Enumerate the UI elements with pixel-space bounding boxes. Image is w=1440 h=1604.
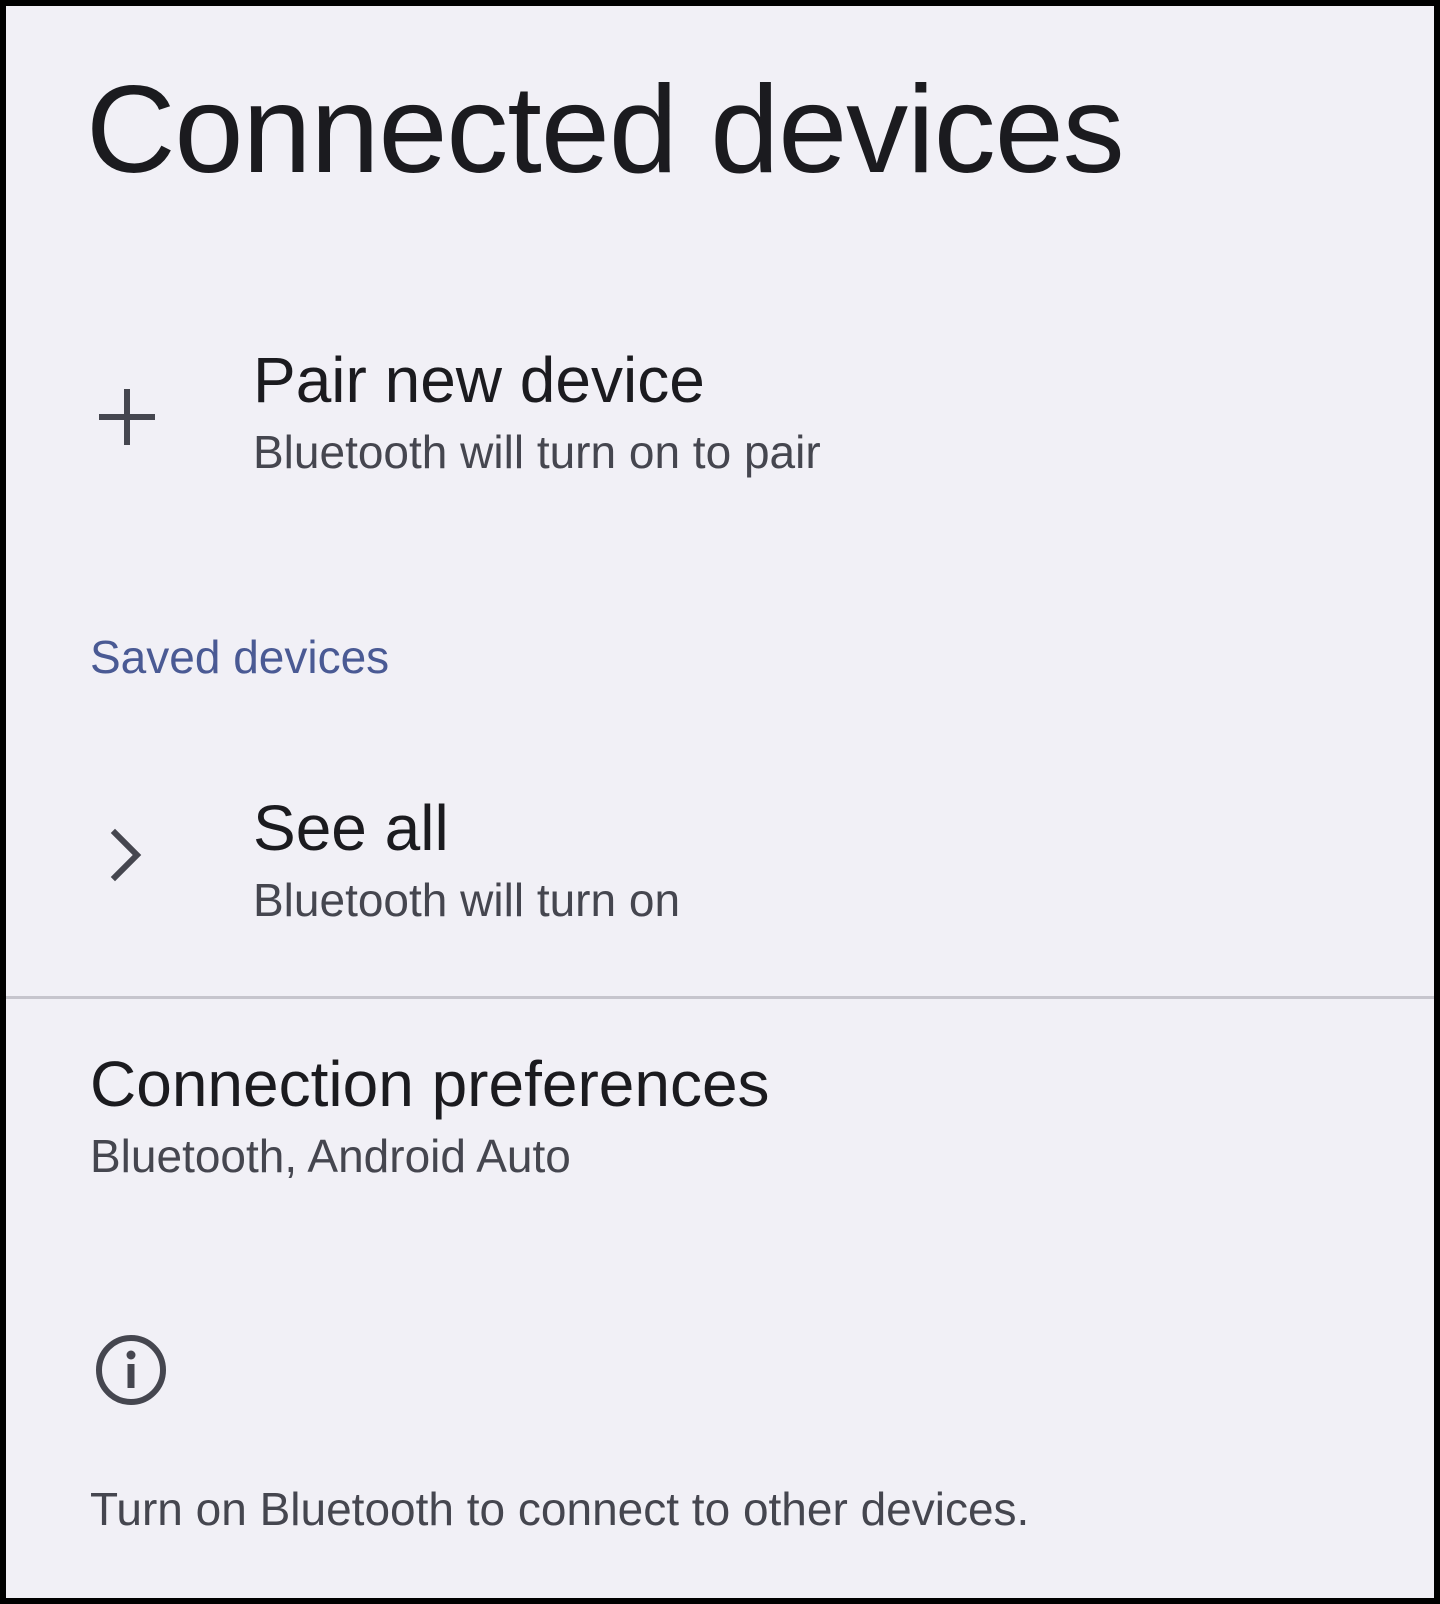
settings-screen: Connected devices Pair new device Blueto… — [6, 6, 1434, 1598]
connection-preferences-summary: Bluetooth, Android Auto — [90, 1129, 571, 1182]
see-all-item[interactable]: See all Bluetooth will turn on — [6, 790, 1434, 950]
plus-icon — [92, 382, 162, 452]
chevron-right-icon — [92, 820, 162, 890]
info-icon — [94, 1333, 168, 1407]
see-all-summary: Bluetooth will turn on — [253, 873, 681, 926]
pair-new-device-title: Pair new device — [253, 344, 705, 416]
saved-devices-header: Saved devices — [90, 631, 390, 683]
connection-preferences-title: Connection preferences — [90, 1048, 770, 1120]
footer-message: Turn on Bluetooth to connect to other de… — [90, 1483, 1030, 1535]
connection-preferences-item[interactable]: Connection preferences Bluetooth, Androi… — [6, 1046, 1434, 1206]
page-title: Connected devices — [86, 61, 1125, 199]
pair-new-device-item[interactable]: Pair new device Bluetooth will turn on t… — [6, 342, 1434, 502]
section-divider — [6, 996, 1434, 999]
see-all-title: See all — [253, 792, 449, 864]
pair-new-device-summary: Bluetooth will turn on to pair — [253, 425, 821, 478]
